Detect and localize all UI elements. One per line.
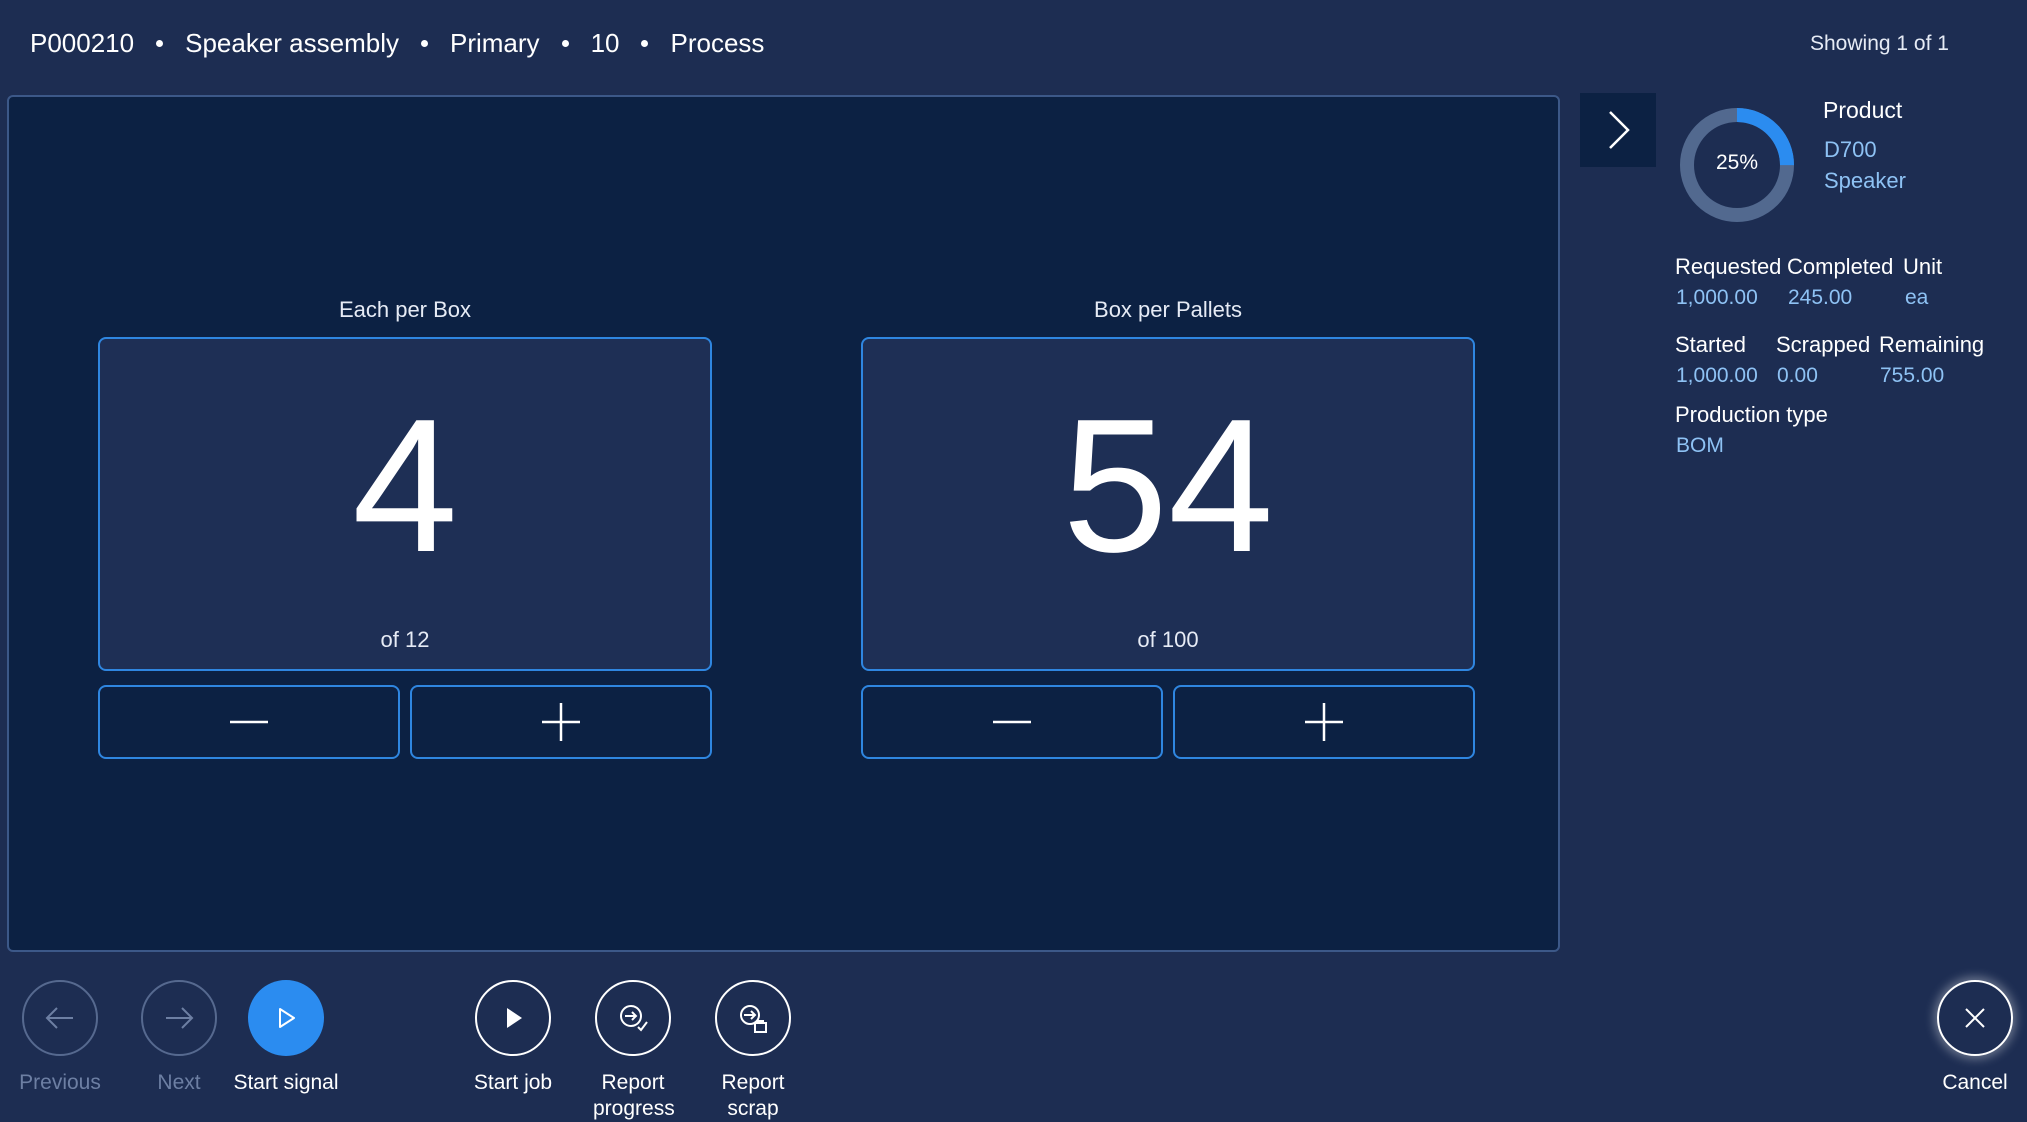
breadcrumb-route: Primary [450,28,540,58]
counter-total: of 12 [380,627,430,652]
expand-details-button[interactable] [1580,93,1656,167]
product-id[interactable]: D700 [1824,134,1906,165]
start-signal-label: Start signal [233,1071,339,1094]
breadcrumb-separator [561,40,569,47]
breadcrumb-order: P000210 [30,28,135,58]
next-button[interactable]: Next [139,980,219,1096]
counter-total: of 100 [1137,627,1199,652]
arrow-left-icon [45,1007,73,1029]
progress-percent: 25% [1715,151,1759,174]
start-signal-button[interactable]: Start signal [226,980,346,1096]
decrement-button[interactable] [98,685,400,759]
unit-value: ea [1905,286,1929,309]
showing-count: Showing 1 of 1 [1810,32,1949,55]
increment-button[interactable] [1173,685,1475,759]
requested-value: 1,000.00 [1676,286,1758,309]
start-job-label: Start job [473,1071,553,1094]
chevron-right-icon [1609,111,1630,149]
product-value[interactable]: D700 Speaker [1824,134,1906,196]
close-icon [1965,1008,1985,1028]
breadcrumb-separator [421,40,428,47]
report-progress-button[interactable]: Report progress [578,980,688,1122]
counter-title: Each per Box [338,297,472,322]
remaining-value: 755.00 [1880,364,1945,387]
cancel-button[interactable]: Cancel [1935,980,2015,1096]
next-label: Next [157,1071,201,1094]
product-label: Product [1823,97,1903,123]
scrapped-value: 0.00 [1777,364,1818,387]
breadcrumb-job-type: Process [670,28,765,58]
counter-box-per-pallets: Box per Pallets 54 of 100 [861,297,1475,759]
decrement-button[interactable] [861,685,1163,759]
product-name[interactable]: Speaker [1824,165,1906,196]
previous-label: Previous [19,1071,101,1094]
counter-display: 54 of 100 [861,337,1475,671]
production-type-label: Production type [1675,402,1828,427]
breadcrumb-operation: 10 [590,28,620,58]
counter-title: Box per Pallets [1094,297,1242,322]
breadcrumb: P000210 Speaker assembly Primary 10 Proc… [30,28,764,59]
play-icon [507,1008,522,1028]
plus-icon [1305,703,1343,741]
counter-value: 4 [352,380,458,592]
breadcrumb-separator [156,40,164,47]
progress-donut: 25% [1676,104,1798,226]
production-type-value: BOM [1676,434,1724,457]
counter-each-per-box: Each per Box 4 of 12 [98,297,712,759]
counter-panel: Each per Box 4 of 12 Box per Pallets 54 … [7,95,1560,952]
remaining-label: Remaining [1879,332,1985,357]
report-scrap-icon [740,1005,767,1033]
minus-icon [230,720,268,724]
start-job-button[interactable]: Start job [463,980,563,1096]
scrapped-label: Scrapped [1776,332,1871,357]
counter-display: 4 of 12 [98,337,712,671]
completed-label: Completed [1787,254,1894,279]
minus-icon [993,720,1031,724]
report-progress-icon [620,1005,648,1032]
play-outline-icon [279,1008,295,1028]
report-scrap-label: Report scrap [721,1071,785,1120]
unit-label: Unit [1903,254,1943,279]
arrow-right-icon [166,1007,194,1029]
plus-icon [542,703,580,741]
started-value: 1,000.00 [1676,364,1758,387]
report-progress-label: Report progress [593,1071,675,1120]
report-scrap-button[interactable]: Report scrap [693,980,813,1122]
requested-label: Requested [1675,254,1782,279]
counter-value: 54 [1062,380,1274,592]
cancel-label: Cancel [1942,1071,2008,1094]
started-label: Started [1675,332,1746,357]
breadcrumb-product: Speaker assembly [185,28,399,58]
completed-value: 245.00 [1788,286,1853,309]
previous-button[interactable]: Previous [19,980,101,1096]
increment-button[interactable] [410,685,712,759]
breadcrumb-separator [641,40,649,47]
